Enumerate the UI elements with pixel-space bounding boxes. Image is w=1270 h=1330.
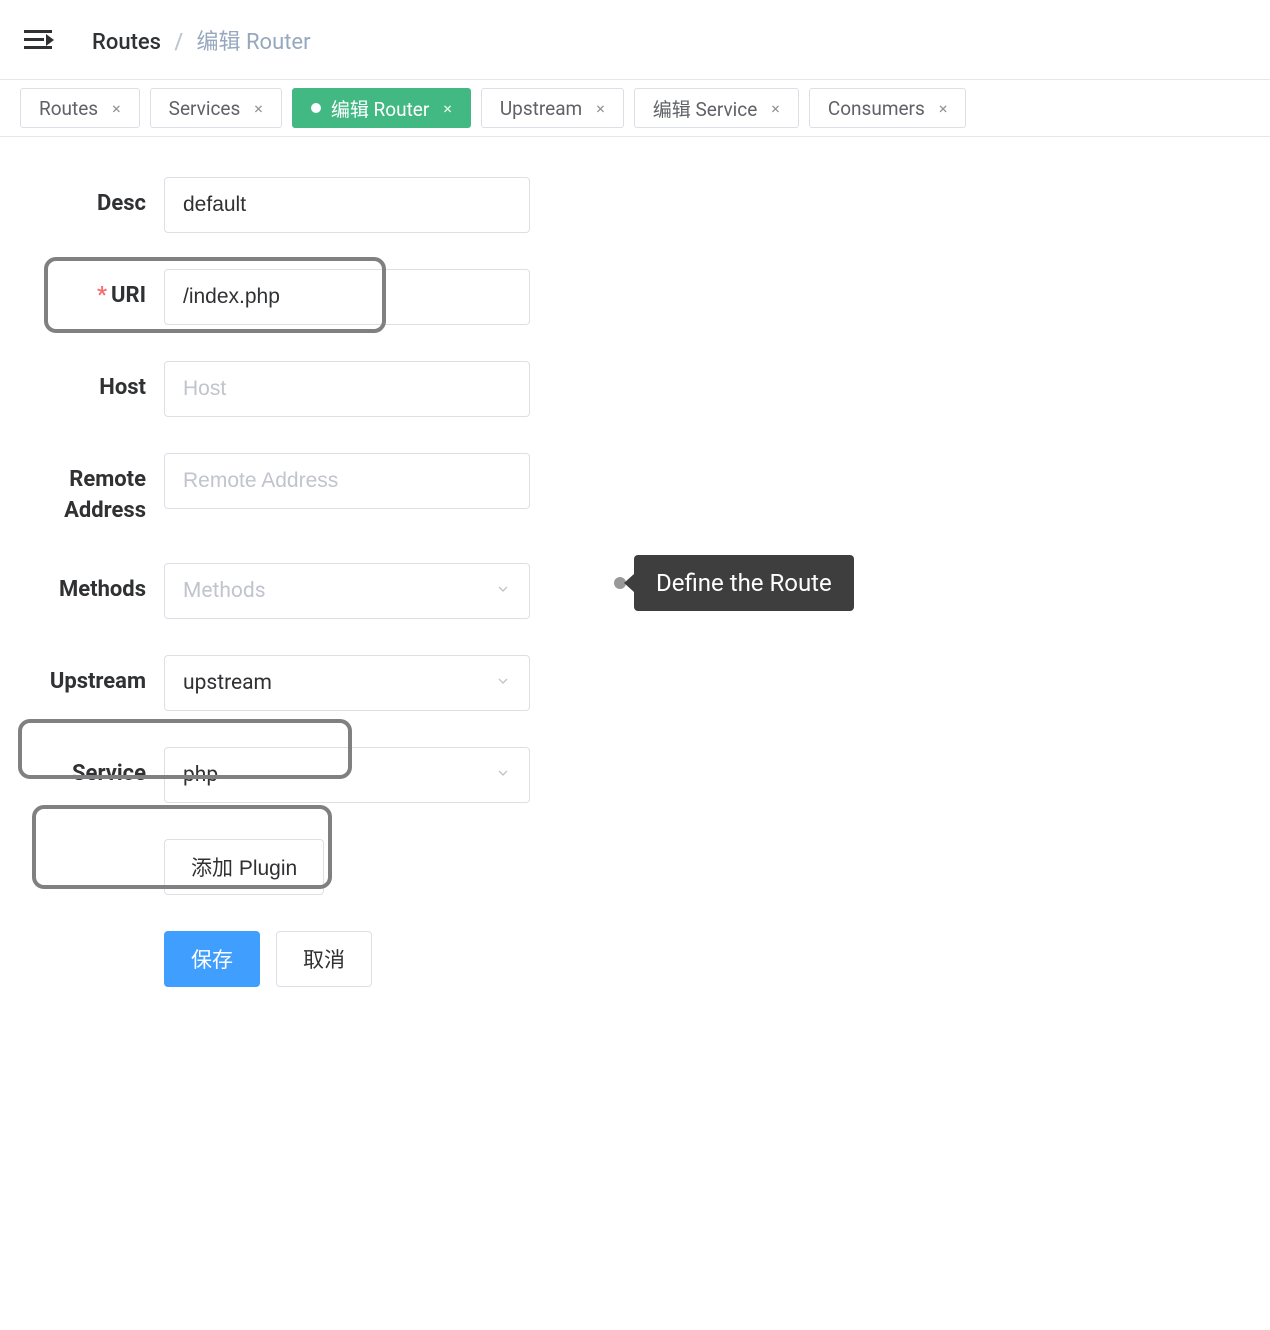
tooltip-text: Define the Route [656, 569, 832, 597]
breadcrumb-separator: / [174, 30, 183, 55]
row-desc: Desc [20, 177, 1250, 233]
breadcrumb-current: 编辑 Router [197, 30, 311, 55]
methods-select[interactable]: Methods [164, 563, 530, 619]
remote-input[interactable] [164, 453, 530, 509]
save-button[interactable]: 保存 [164, 931, 260, 987]
label-service: Service [20, 747, 164, 790]
tab-label: Routes [39, 97, 98, 120]
tab-upstream[interactable]: Upstream × [481, 88, 624, 128]
chevron-down-icon [495, 579, 511, 603]
close-icon[interactable]: × [254, 99, 263, 118]
row-upstream: Upstream upstream [20, 655, 1250, 711]
tab-label: 编辑 Router [331, 95, 429, 122]
label-methods: Methods [20, 563, 164, 606]
upstream-select[interactable]: upstream [164, 655, 530, 711]
label-upstream: Upstream [20, 655, 164, 698]
label-uri: *URI [20, 269, 164, 312]
methods-select-value: Methods [183, 579, 266, 603]
label-desc: Desc [20, 177, 164, 220]
label-remote: Remote Address [20, 453, 164, 527]
row-plugin: 添加 Plugin [20, 839, 1250, 895]
unsaved-dot-icon [311, 103, 321, 113]
tooltip-define-route: Define the Route [614, 555, 854, 611]
tab-services[interactable]: Services × [150, 88, 282, 128]
menu-toggle-icon[interactable] [24, 26, 52, 54]
label-host: Host [20, 361, 164, 404]
row-remote: Remote Address [20, 453, 1250, 527]
tab-edit-router[interactable]: 编辑 Router × [292, 88, 471, 128]
tab-label: 编辑 Service [653, 95, 758, 122]
close-icon[interactable]: × [939, 99, 948, 118]
host-input[interactable] [164, 361, 530, 417]
label-uri-text: URI [111, 283, 146, 308]
close-icon[interactable]: × [112, 99, 121, 118]
tab-routes[interactable]: Routes × [20, 88, 140, 128]
row-host: Host [20, 361, 1250, 417]
close-icon[interactable]: × [443, 99, 452, 118]
tab-label: Services [169, 97, 241, 120]
row-service: Service php [20, 747, 1250, 803]
row-uri: *URI [20, 269, 1250, 325]
tab-label: Upstream [500, 97, 582, 120]
chevron-down-icon [495, 671, 511, 695]
service-select-value: php [183, 763, 218, 787]
label-empty [20, 839, 164, 851]
close-icon[interactable]: × [596, 99, 605, 118]
chevron-down-icon [495, 763, 511, 787]
uri-input[interactable] [164, 269, 530, 325]
add-plugin-button[interactable]: 添加 Plugin [164, 839, 324, 895]
close-icon[interactable]: × [771, 99, 780, 118]
required-mark: * [97, 283, 107, 308]
upstream-select-value: upstream [183, 671, 272, 695]
tab-strip: Routes × Services × 编辑 Router × Upstream… [0, 80, 1270, 137]
desc-input[interactable] [164, 177, 530, 233]
tab-consumers[interactable]: Consumers × [809, 88, 967, 128]
tab-label: Consumers [828, 97, 925, 120]
cancel-button[interactable]: 取消 [276, 931, 372, 987]
service-select[interactable]: php [164, 747, 530, 803]
app-header: Routes / 编辑 Router [0, 0, 1270, 80]
row-actions: 保存 取消 [20, 931, 1250, 987]
breadcrumb-root[interactable]: Routes [92, 30, 161, 55]
tooltip-bubble: Define the Route [634, 555, 854, 611]
route-form: Desc *URI Host Remote Address Methods Me… [0, 137, 1270, 1027]
label-empty [20, 931, 164, 943]
breadcrumb: Routes / 编辑 Router [92, 24, 311, 56]
tab-edit-service[interactable]: 编辑 Service × [634, 88, 799, 128]
